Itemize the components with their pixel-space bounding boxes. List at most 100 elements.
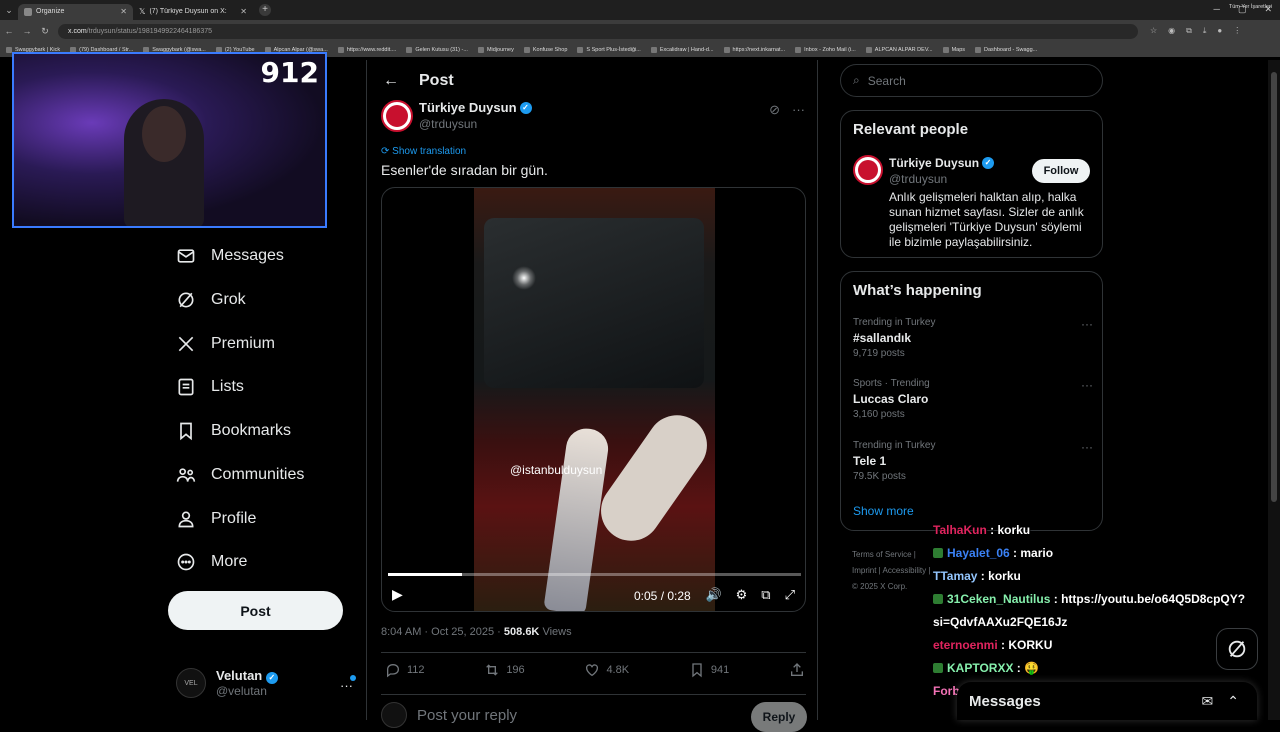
close-tab-icon[interactable]: ✕ <box>240 7 247 16</box>
pip-icon[interactable]: ⧉ <box>761 587 770 603</box>
expand-icon[interactable]: ⌃ <box>1227 693 1239 710</box>
bookmark-item[interactable]: ALPCAN ALPAR DEV... <box>865 46 933 53</box>
car-window <box>484 218 704 388</box>
new-message-icon[interactable]: ✉ <box>1202 693 1214 710</box>
reply-button[interactable]: Reply <box>751 702 807 732</box>
person-name[interactable]: Türkiye Duysun ✓ <box>889 156 995 170</box>
person-avatar[interactable] <box>853 155 883 185</box>
chat-badge-icon <box>933 663 943 673</box>
bookmark-item[interactable]: https://next.inkarnat... <box>723 46 786 53</box>
more-options-icon[interactable]: ··· <box>1081 317 1093 331</box>
more-options-icon[interactable]: ··· <box>1081 440 1093 454</box>
menu-icon[interactable]: ⋮ <box>1233 26 1241 36</box>
main-column: ← Post Türkiye Duysun ✓ @trduysun ⊘ ··· ⟳… <box>366 60 818 732</box>
close-tab-icon[interactable]: ✕ <box>120 7 127 16</box>
reply-composer[interactable]: Post your reply <box>381 702 517 728</box>
share-icon <box>790 663 803 676</box>
scrollbar-thumb[interactable] <box>1271 72 1277 502</box>
tab-organize[interactable]: Organize ✕ <box>18 3 133 20</box>
tab-x-post[interactable]: 𝕏 (7) Türkiye Duysun on X: "E... ✕ <box>133 4 253 20</box>
nav-bookmarks[interactable]: Bookmarks <box>176 421 291 441</box>
drawer-icons: ✉ ⌃ <box>1202 693 1239 710</box>
follow-button[interactable]: Follow <box>1032 159 1090 183</box>
bookmark-label: https://next.inkarnat... <box>732 46 786 53</box>
show-translation-link[interactable]: ⟳ Show translation <box>381 146 466 157</box>
messages-drawer[interactable]: Messages ✉ ⌃ <box>957 682 1257 720</box>
scrollbar[interactable] <box>1268 60 1280 720</box>
settings-icon[interactable]: ⚙ <box>736 587 748 603</box>
bookmark-item[interactable]: Inbox - Zoho Mail (i... <box>795 46 856 53</box>
fullscreen-icon[interactable]: ⤢ <box>785 587 795 603</box>
reload-icon[interactable]: ↻ <box>36 26 54 37</box>
like-action[interactable]: 4.8K <box>584 662 629 678</box>
download-icon[interactable]: ⤓ <box>1203 26 1207 36</box>
more-options-icon[interactable]: ··· <box>792 102 805 118</box>
reply-action[interactable]: 112 <box>385 662 425 678</box>
show-more-link[interactable]: Show more <box>853 504 914 518</box>
chat-username: TTamay <box>933 569 978 583</box>
compose-post-button[interactable]: Post <box>168 591 343 630</box>
bookmark-item[interactable]: Gelen Kutusu (31) -... <box>406 46 468 53</box>
trend-name: #sallandık <box>853 331 912 345</box>
trend-name: Tele 1 <box>853 454 887 468</box>
trend-context: Sports · Trending <box>853 378 930 389</box>
nav-profile[interactable]: Profile <box>176 509 256 529</box>
all-bookmarks-link[interactable]: Tüm Yer İşaretleri <box>1229 4 1272 10</box>
url-input[interactable]: x.com/trduysun/status/198194992246418637… <box>58 23 1138 39</box>
envelope-icon <box>177 249 195 263</box>
trend-item[interactable]: Sports · Trending Luccas Claro 3,160 pos… <box>853 378 1093 420</box>
bookmark-label: Gelen Kutusu (31) -... <box>415 46 468 53</box>
volume-icon[interactable]: 🔊 <box>705 587 721 603</box>
reply-input[interactable]: Post your reply <box>417 707 517 724</box>
trend-item[interactable]: Trending in Turkey #sallandık 9,719 post… <box>853 317 1093 359</box>
translation-text: Show translation <box>392 146 467 157</box>
bookmark-item[interactable]: Excalidraw | Hand-d... <box>650 46 714 53</box>
search-input[interactable]: ⌕ Search <box>840 64 1103 97</box>
account-handle: @velutan <box>216 684 267 698</box>
post-timestamp[interactable]: 8:04 AM · Oct 25, 2025 · <box>381 626 504 638</box>
video-progress-bar[interactable] <box>388 573 801 576</box>
play-icon[interactable]: ▶ <box>392 586 403 603</box>
trend-item[interactable]: Trending in Turkey Tele 1 79.5K posts ··… <box>853 440 1093 482</box>
nav-grok[interactable]: Grok <box>176 290 246 310</box>
post-author[interactable]: Türkiye Duysun ✓ @trduysun <box>381 100 532 132</box>
drawer-title: Messages <box>969 692 1041 710</box>
back-icon[interactable]: ← <box>0 26 18 36</box>
video-player[interactable]: @istanbulduysun ▶ 0:05 / 0:28 🔊 ⚙ ⧉ ⤢ <box>381 187 806 612</box>
repost-action[interactable]: 196 <box>484 662 525 678</box>
search-placeholder: Search <box>867 73 906 88</box>
nav-lists[interactable]: Lists <box>176 377 244 397</box>
chat-message: TalhaKun : korku <box>933 519 1263 542</box>
chat-username: KAPTORXX <box>947 661 1014 675</box>
more-options-icon[interactable]: ··· <box>1081 378 1093 392</box>
profile-icon[interactable]: ● <box>1217 26 1222 36</box>
bookmark-item[interactable]: Konfuse Shop <box>523 46 567 53</box>
minimize-icon[interactable]: ─ <box>1214 4 1220 15</box>
nav-label: Profile <box>211 510 257 527</box>
grok-button[interactable] <box>1216 628 1258 670</box>
grok-explain-icon[interactable]: ⊘ <box>769 102 780 118</box>
nav-premium[interactable]: Premium <box>176 334 275 354</box>
forward-icon[interactable]: → <box>18 26 36 36</box>
trend-context: Trending in Turkey <box>853 317 936 328</box>
bookmark-label: ALPCAN ALPAR DEV... <box>874 46 933 53</box>
bookmark-item[interactable]: Dashboard - Swagg... <box>975 46 1037 53</box>
bookmark-item[interactable]: Maps <box>942 46 965 53</box>
nav-messages[interactable]: Messages <box>176 246 284 266</box>
bookmark-item[interactable]: Midjourney <box>477 46 514 53</box>
nav-more[interactable]: More <box>176 552 247 572</box>
back-arrow-icon[interactable]: ← <box>383 72 399 90</box>
account-switcher[interactable]: VEL Velutan ✓ @velutan <box>176 668 278 698</box>
tab-list-icon[interactable]: ⌄ <box>0 5 18 16</box>
extension-icon[interactable]: ◉ <box>1168 26 1175 36</box>
bookmark-item[interactable]: S Sport Plus-İstediği... <box>577 46 641 53</box>
star-icon[interactable]: ☆ <box>1150 26 1157 36</box>
puzzle-icon[interactable]: ⧉ <box>1186 26 1192 36</box>
nav-label: Communities <box>211 466 305 483</box>
bookmark-action[interactable]: 941 <box>689 662 729 678</box>
nav-communities[interactable]: Communities <box>176 465 304 485</box>
new-tab-button[interactable]: + <box>259 4 271 16</box>
tab-title: Organize <box>36 8 65 15</box>
share-action[interactable] <box>789 662 805 678</box>
bookmark-item[interactable]: https://www.reddit.... <box>337 46 396 53</box>
